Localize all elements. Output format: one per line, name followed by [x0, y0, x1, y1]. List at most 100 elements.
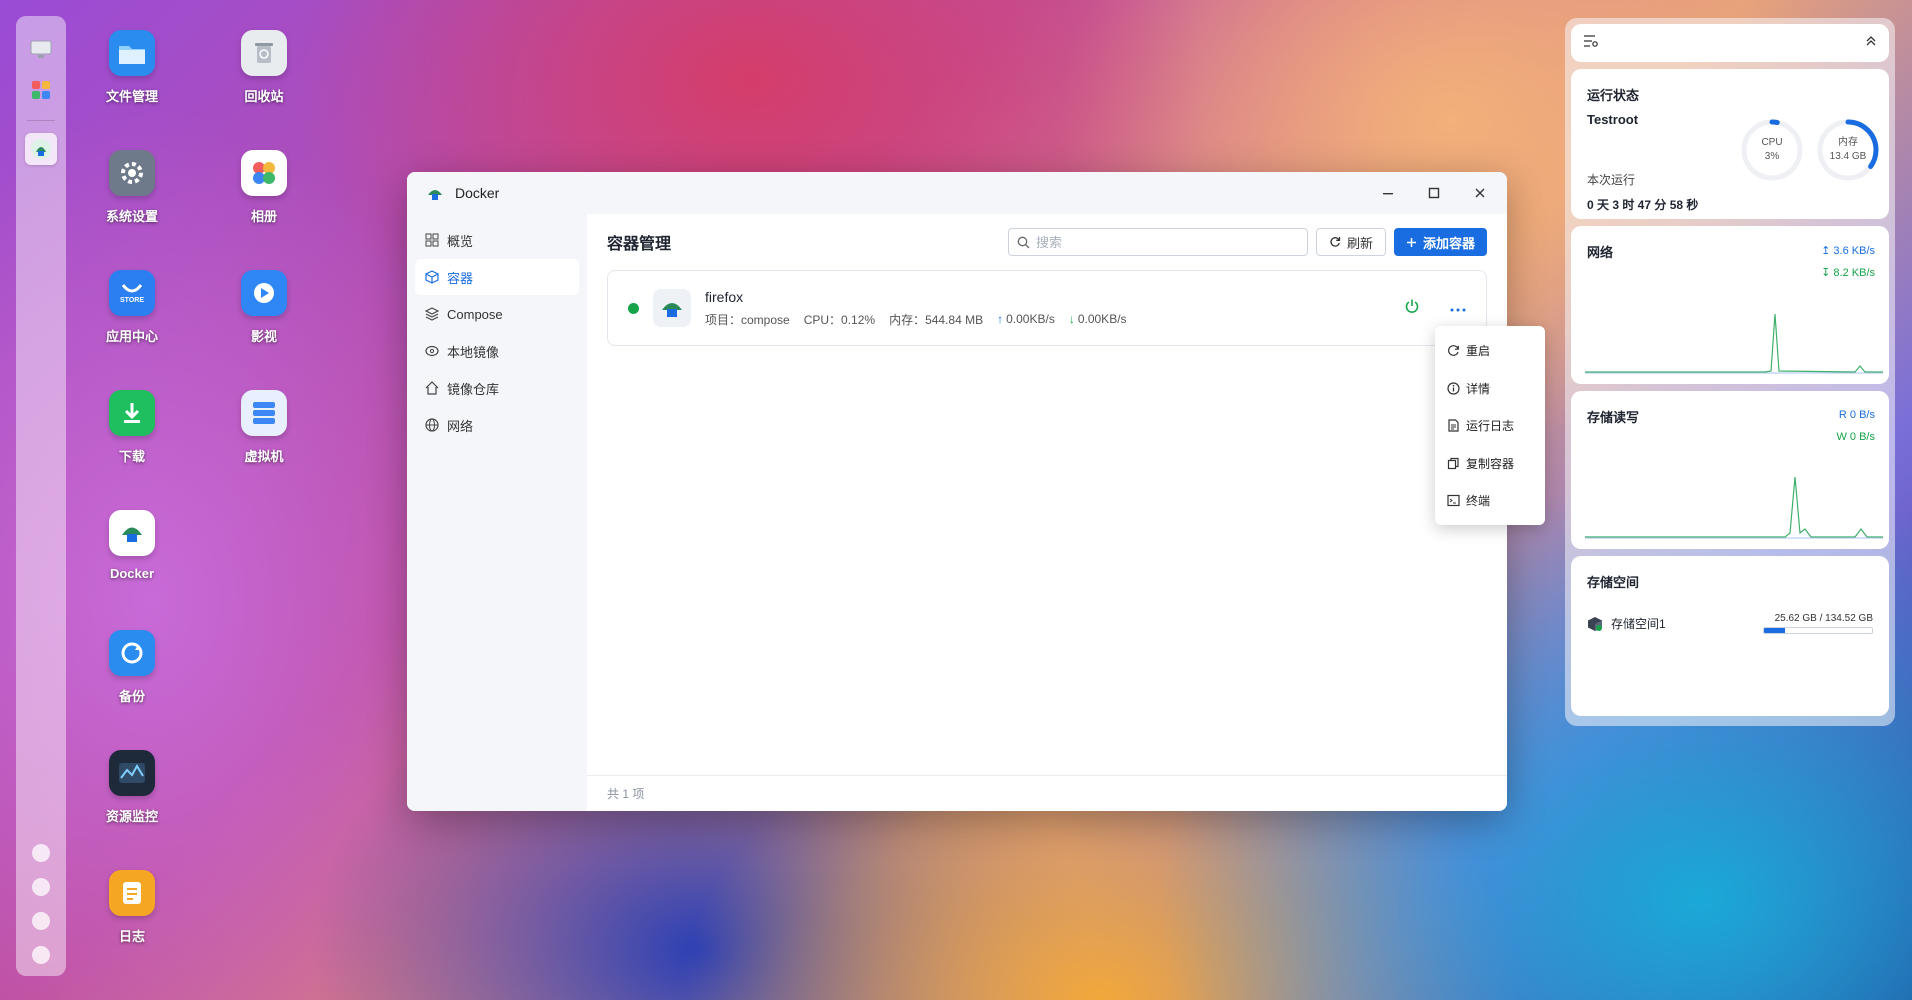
search-icon [1017, 236, 1030, 248]
desktop-icon-settings[interactable]: 系统设置 [82, 150, 182, 225]
copy-icon [1447, 457, 1459, 469]
desktop-icon-files[interactable]: 文件管理 [82, 30, 182, 105]
sidebar-item-registry[interactable]: 镜像仓库 [415, 370, 579, 406]
gear-icon [109, 150, 155, 196]
desktop-icon-video[interactable]: 影视 [214, 270, 314, 345]
sidebar-item-overview[interactable]: 概览 [415, 222, 579, 258]
cpu-gauge-label: CPU [1761, 137, 1783, 148]
minimize-button[interactable] [1379, 184, 1397, 202]
disk-read-rate: R 0 B/s [1838, 409, 1875, 421]
desktop-icon-trash[interactable]: 回收站 [214, 30, 314, 105]
more-actions-button[interactable] [1450, 299, 1466, 317]
docker-app-icon [428, 190, 442, 200]
menu-item-logs[interactable]: 运行日志 [1435, 407, 1545, 445]
user-icon[interactable] [32, 912, 50, 930]
info-icon [1447, 382, 1460, 395]
storage-usage-fill [1764, 628, 1785, 633]
disk-io-widget[interactable]: 存储读写 R 0 B/s W 0 B/s [1571, 391, 1889, 549]
container-upload: ↑ 0.00KB/s [997, 312, 1055, 326]
status-widget[interactable]: 运行状态 Testroot 本次运行 0 天 3 时 47 分 58 秒 CPU… [1571, 69, 1889, 219]
docker-window: Docker 概览 容器 Compose 本地镜像 镜像仓库 网络 容器管理 搜… [407, 172, 1507, 811]
add-container-button[interactable]: 添加容器 [1393, 228, 1487, 256]
desktop-icon-resource-monitor[interactable]: 资源监控 [82, 750, 182, 825]
network-sparkline [1585, 313, 1883, 374]
sidebar-item-label: 镜像仓库 [447, 381, 500, 397]
more-dots-icon [1450, 308, 1466, 312]
power-status-icon[interactable] [32, 844, 50, 862]
desktop-icon-vm[interactable]: 虚拟机 [214, 390, 314, 465]
arrow-up-icon: ↑ [997, 312, 1004, 326]
dock-docker-button[interactable] [25, 133, 57, 165]
network-upload-rate: ↥ 3.6 KB/s [1821, 245, 1875, 257]
uptime-value: 0 天 3 时 47 分 58 秒 [1587, 198, 1699, 212]
sidebar-item-containers[interactable]: 容器 [415, 259, 579, 295]
menu-item-terminal[interactable]: 终端 [1435, 482, 1545, 520]
menu-item-label: 运行日志 [1466, 419, 1515, 434]
storage-widget[interactable]: 存储空间 存储空间1 25.62 GB / 134.52 GB [1571, 556, 1889, 716]
network-widget[interactable]: 网络 ↥ 3.6 KB/s ↧ 8.2 KB/s [1571, 226, 1889, 384]
sidebar-item-label: 容器 [447, 270, 474, 286]
notification-bell-icon[interactable] [32, 878, 50, 896]
storage-volume-name: 存储空间1 [1611, 617, 1666, 631]
search-input[interactable] [1035, 234, 1286, 250]
menu-item-label: 重启 [1466, 344, 1491, 359]
container-cpu: CPU：0.12% [803, 312, 876, 327]
video-icon [241, 270, 287, 316]
file-log-icon [1448, 419, 1459, 432]
storage-widget-title: 存储空间 [1587, 575, 1640, 590]
settings-icon[interactable] [32, 946, 50, 964]
list-footer: 共 1 项 [587, 775, 1507, 811]
storage-volume-row[interactable]: 存储空间1 25.62 GB / 134.52 GB [1587, 613, 1873, 634]
memory-gauge-label: 内存 [1838, 137, 1858, 148]
layers-icon [425, 307, 439, 321]
sidebar-item-local-images[interactable]: 本地镜像 [415, 333, 579, 369]
maximize-icon [1428, 187, 1440, 199]
search-box[interactable] [1007, 228, 1308, 256]
apps-grid-icon [32, 81, 50, 99]
memory-gauge: 内存 13.4 GB [1815, 117, 1881, 183]
desktop-icon-download[interactable]: 下载 [82, 390, 182, 465]
window-titlebar[interactable]: Docker [407, 172, 1507, 214]
widget-settings-button[interactable] [1583, 34, 1599, 53]
storage-usage-bar [1763, 627, 1873, 634]
desktop-icon-backup[interactable]: 备份 [82, 630, 182, 705]
storage-volume-icon [1588, 616, 1602, 631]
disk-io-widget-title: 存储读写 [1587, 410, 1640, 425]
restart-icon [1448, 345, 1459, 357]
dock [16, 16, 66, 976]
power-button[interactable] [1404, 298, 1420, 319]
vm-icon [241, 390, 287, 436]
menu-item-details[interactable]: 详情 [1435, 370, 1545, 408]
minimize-icon [1383, 193, 1393, 195]
maximize-button[interactable] [1425, 184, 1443, 202]
refresh-button[interactable]: 刷新 [1315, 228, 1386, 256]
desktop-icon-log[interactable]: 日志 [82, 870, 182, 945]
container-download: ↓ 0.00KB/s [1069, 312, 1127, 326]
disc-icon [425, 345, 439, 357]
disk-write-rate: W 0 B/s [1836, 431, 1875, 443]
close-button[interactable] [1471, 184, 1489, 202]
menu-item-duplicate[interactable]: 复制容器 [1435, 445, 1545, 483]
cpu-gauge: CPU 3% [1739, 117, 1805, 183]
status-widget-title: 运行状态 [1587, 88, 1640, 103]
sidebar-item-label: Compose [447, 306, 503, 322]
dock-separator [27, 120, 55, 121]
dock-desktop-button[interactable] [25, 34, 57, 66]
container-project: 项目：compose [705, 312, 790, 327]
desktop-icon-photos[interactable]: 相册 [214, 150, 314, 225]
container-name: firefox [705, 288, 744, 305]
network-up-value: 3.6 KB/s [1833, 245, 1875, 257]
log-icon [109, 870, 155, 916]
sidebar-item-network[interactable]: 网络 [415, 407, 579, 443]
widgets-panel: 运行状态 Testroot 本次运行 0 天 3 时 47 分 58 秒 CPU… [1565, 18, 1895, 726]
sidebar-item-compose[interactable]: Compose [415, 296, 579, 332]
dock-apps-button[interactable] [25, 74, 57, 106]
folder-icon [109, 30, 155, 76]
desktop-icon-docker[interactable]: Docker [82, 510, 182, 581]
desktop-icon-app-store[interactable]: STORE 应用中心 [82, 270, 182, 345]
network-download-rate: ↧ 8.2 KB/s [1821, 267, 1875, 279]
dock-bottom-group [32, 844, 50, 964]
collapse-panel-button[interactable] [1865, 34, 1877, 52]
container-row-firefox[interactable]: firefox 项目：compose CPU：0.12% 内存：544.84 M… [607, 270, 1487, 346]
menu-item-restart[interactable]: 重启 [1435, 332, 1545, 370]
